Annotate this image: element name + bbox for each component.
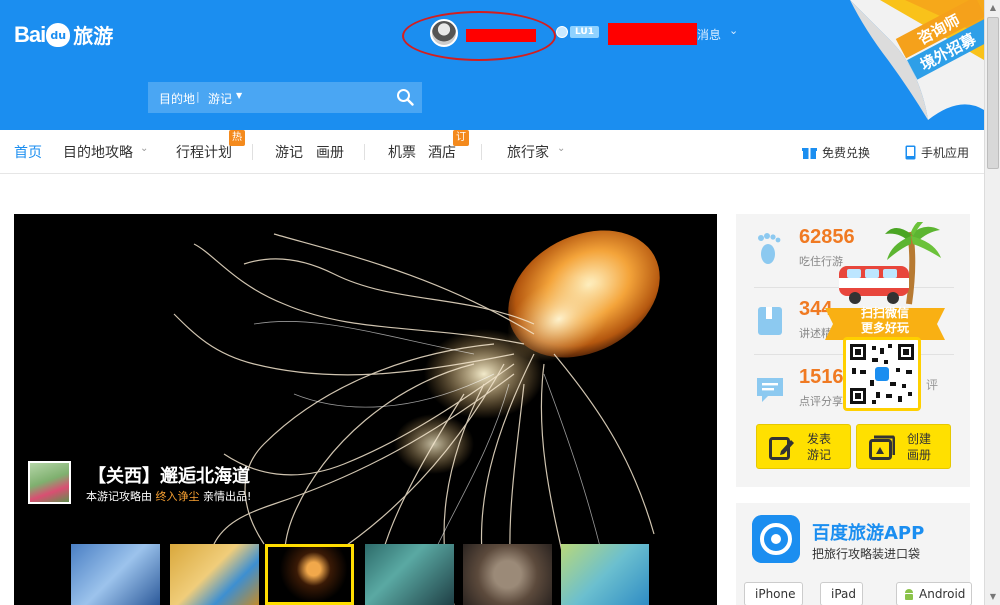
carousel-thumbnail[interactable] bbox=[365, 544, 454, 605]
publish-label: 发表 游记 bbox=[807, 431, 847, 463]
scroll-up-icon[interactable]: ▲ bbox=[985, 0, 1000, 16]
search-type-select[interactable]: 游记 bbox=[208, 90, 232, 107]
hero-subtitle: 本游记攻略由 终入诤尘 亲情出品! bbox=[86, 488, 251, 504]
main-nav: 首页 目的地攻略 ⌄ 行程计划 热 游记 画册 机票 酒店 订 旅行家 ⌄ 免费… bbox=[0, 130, 984, 174]
hero-sub-suffix: 亲情出品! bbox=[203, 490, 252, 503]
logo-travel-text: 旅游 bbox=[73, 24, 114, 48]
chevron-down-icon[interactable]: ⌄ bbox=[729, 24, 738, 37]
nav-itinerary[interactable]: 行程计划 bbox=[176, 142, 232, 162]
search-box[interactable]: 目的地 | 游记 ▼ bbox=[148, 82, 422, 113]
search-separator: | bbox=[196, 90, 200, 103]
nav-destination-guide[interactable]: 目的地攻略 bbox=[63, 142, 133, 162]
top-header: Bai du 旅游 LU1 消息 ⌄ 目的地 | 游记 ▼ 咨询师 境外招募 bbox=[0, 0, 984, 130]
hero-author-link[interactable]: 终入诤尘 bbox=[156, 490, 200, 503]
comment-icon bbox=[757, 378, 783, 402]
android-icon bbox=[905, 588, 913, 600]
mobile-app-label: 手机应用 bbox=[921, 146, 970, 160]
palm-bus-illustration bbox=[839, 222, 941, 305]
carousel-thumbnail-active[interactable] bbox=[265, 544, 354, 605]
messages-link[interactable]: 消息 bbox=[697, 26, 721, 43]
logo-bai-text: Bai bbox=[14, 21, 46, 47]
author-avatar[interactable] bbox=[28, 461, 71, 504]
hero-carousel[interactable]: 【关西】邂逅北海道 本游记攻略由 终入诤尘 亲情出品! bbox=[14, 214, 717, 605]
qr-line2: 更多好玩 bbox=[860, 321, 909, 335]
nav-divider bbox=[364, 144, 365, 160]
hero-sub-prefix: 本游记攻略由 bbox=[86, 490, 152, 503]
phone-icon bbox=[905, 145, 916, 160]
nav-home[interactable]: 首页 bbox=[14, 142, 42, 162]
create-label: 创建 画册 bbox=[907, 431, 947, 463]
order-tag: 订 bbox=[453, 130, 469, 146]
logo-paw-icon: du bbox=[46, 22, 71, 47]
app-subtitle: 把旅行攻略装进口袋 bbox=[812, 547, 921, 561]
album-icon bbox=[869, 435, 895, 460]
carousel-thumbnail[interactable] bbox=[170, 544, 259, 605]
publish-label-line2: 游记 bbox=[807, 448, 832, 462]
edit-icon bbox=[769, 437, 794, 460]
carousel-thumbnail[interactable] bbox=[561, 544, 649, 605]
create-album-button[interactable]: 创建 画册 bbox=[856, 424, 951, 469]
app-download-panel: 百度旅游APP 把旅行攻略装进口袋 iPhone iPad Android bbox=[736, 503, 973, 605]
nav-travelers[interactable]: 旅行家 bbox=[507, 142, 549, 162]
level-label: LU1 bbox=[570, 26, 599, 38]
consultant-recruit-banner[interactable]: 咨询师 境外招募 bbox=[810, 0, 984, 130]
wechat-qr-popup[interactable]: 扫扫微信 更多好玩 bbox=[825, 222, 945, 412]
search-icon[interactable] bbox=[396, 88, 414, 106]
redacted-info bbox=[608, 23, 697, 45]
nav-divider bbox=[252, 144, 253, 160]
qr-line1: 扫扫微信 bbox=[860, 306, 909, 320]
baidu-travel-app-icon[interactable] bbox=[752, 515, 800, 563]
free-exchange-link[interactable]: 免费兑换 bbox=[802, 144, 870, 161]
qr-code[interactable] bbox=[843, 337, 921, 411]
baidu-travel-logo[interactable]: Bai du 旅游 bbox=[14, 20, 113, 49]
publish-label-line1: 发表 bbox=[807, 432, 832, 446]
iphone-label: iPhone bbox=[755, 587, 796, 601]
hero-title[interactable]: 【关西】邂逅北海道 bbox=[88, 462, 250, 488]
search-destination[interactable]: 目的地 bbox=[159, 90, 195, 107]
nav-travelogue[interactable]: 游记 bbox=[275, 142, 303, 162]
create-label-line1: 创建 bbox=[907, 432, 932, 446]
nav-flights[interactable]: 机票 bbox=[388, 142, 416, 162]
qr-ribbon-text: 扫扫微信 更多好玩 bbox=[825, 306, 945, 336]
nav-album[interactable]: 画册 bbox=[316, 142, 344, 162]
book-icon bbox=[758, 307, 782, 335]
android-label: Android bbox=[919, 587, 966, 601]
scroll-thumb[interactable] bbox=[987, 17, 999, 169]
android-download-button[interactable]: Android bbox=[896, 582, 973, 605]
hot-tag: 热 bbox=[229, 130, 245, 146]
nav-divider bbox=[481, 144, 482, 160]
carousel-thumbnail[interactable] bbox=[463, 544, 552, 605]
chevron-down-icon[interactable]: ⌄ bbox=[557, 143, 565, 154]
chevron-down-icon[interactable]: ⌄ bbox=[140, 143, 148, 154]
iphone-download-button[interactable]: iPhone bbox=[744, 582, 803, 605]
caret-down-icon[interactable]: ▼ bbox=[236, 91, 242, 100]
gift-icon bbox=[802, 148, 817, 159]
level-badge[interactable]: LU1 bbox=[556, 26, 599, 38]
free-exchange-label: 免费兑换 bbox=[822, 146, 871, 160]
publish-travelogue-button[interactable]: 发表 游记 bbox=[756, 424, 851, 469]
carousel-thumbnail[interactable] bbox=[71, 544, 160, 605]
nav-hotels[interactable]: 酒店 bbox=[428, 142, 456, 162]
level-icon bbox=[556, 26, 568, 38]
annotation-circle bbox=[402, 11, 556, 61]
vertical-scrollbar[interactable]: ▲ ▼ bbox=[984, 0, 1000, 605]
create-label-line2: 画册 bbox=[907, 448, 932, 462]
mobile-app-link[interactable]: 手机应用 bbox=[905, 144, 969, 161]
ipad-download-button[interactable]: iPad bbox=[820, 582, 864, 605]
footprint-icon bbox=[758, 233, 781, 264]
scroll-down-icon[interactable]: ▼ bbox=[985, 589, 1000, 605]
ipad-label: iPad bbox=[831, 587, 857, 601]
app-title[interactable]: 百度旅游APP bbox=[812, 519, 924, 545]
